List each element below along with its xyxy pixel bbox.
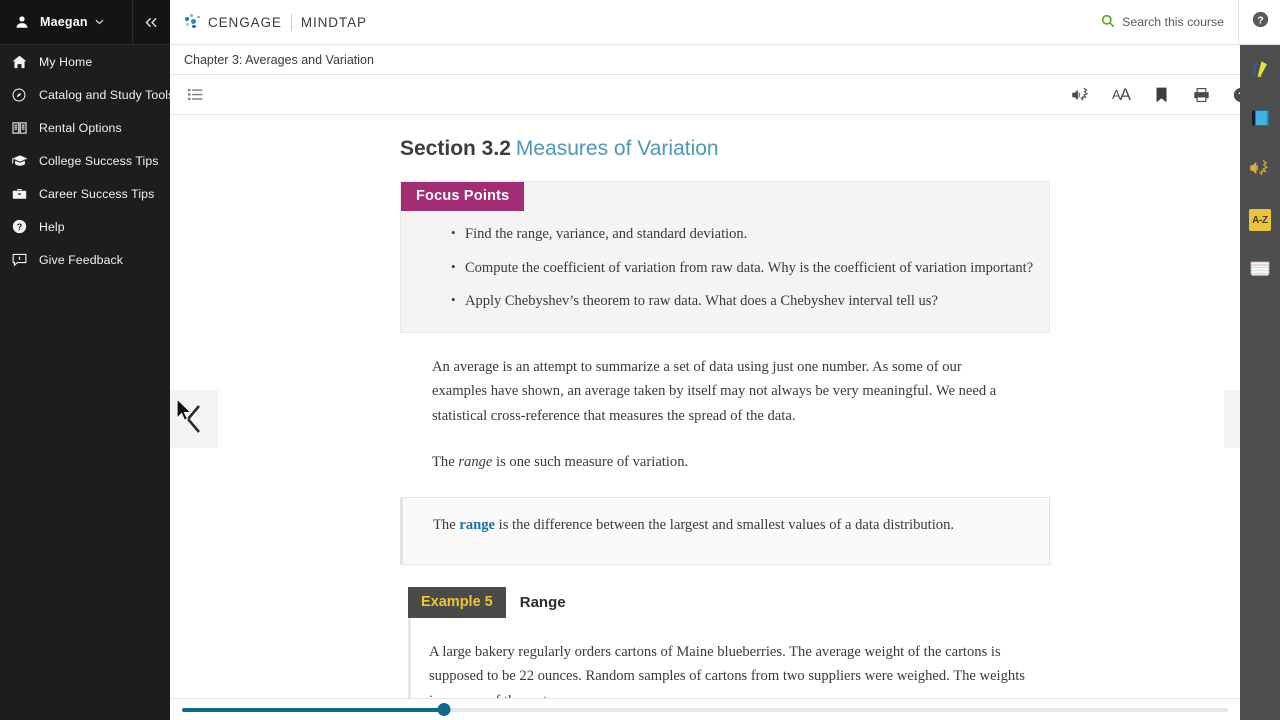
home-icon — [12, 54, 32, 70]
focus-points-card: Focus Points Find the range, variance, a… — [400, 181, 1050, 333]
paragraph-2-emphasis: range — [458, 454, 493, 471]
definition-box: The range is the difference between the … — [400, 496, 1050, 565]
toolbar-right: AA ? — [1068, 82, 1268, 108]
collapse-sidebar-button[interactable] — [132, 0, 170, 45]
sidebar-item-label: Give Feedback — [39, 252, 124, 267]
right-tool-rail: ? A-Z — [1240, 0, 1280, 720]
paragraph-2-pre: The — [432, 454, 459, 471]
sidebar-nav: My Home Catalog and Study Tools Rental O… — [0, 45, 174, 276]
sidebar-item-label: College Success Tips — [39, 153, 159, 168]
chapter-bar: Chapter 3: Averages and Variation — [170, 45, 1280, 75]
flashcard-tool-button[interactable] — [1240, 245, 1280, 295]
sidebar-item-label: Rental Options — [39, 120, 122, 135]
chapter-title: Chapter 3: Averages and Variation — [184, 52, 374, 67]
book-open-icon — [12, 120, 32, 136]
search-icon — [1101, 14, 1115, 31]
focus-points-badge: Focus Points — [401, 182, 525, 211]
question-circle-icon[interactable]: ? — [1252, 11, 1269, 33]
sidebar-item-catalog-and-study-tools[interactable]: Catalog and Study Tools — [0, 78, 174, 111]
section-number: Section 3.2 — [400, 137, 511, 160]
svg-text:?: ? — [1257, 15, 1263, 26]
page-title: Section 3.2 Measures of Variation — [400, 137, 1050, 161]
search-course-label: Search this course — [1122, 15, 1224, 29]
sidebar-item-college-success-tips[interactable]: College Success Tips — [0, 144, 170, 177]
read-aloud-icon — [1248, 156, 1272, 185]
progress-handle[interactable] — [437, 703, 450, 716]
example-badge: Example 5 — [408, 586, 506, 618]
briefcase-icon — [12, 186, 32, 202]
feedback-icon — [12, 252, 32, 268]
dictionary-tool-button[interactable]: A-Z — [1240, 195, 1280, 245]
brand-divider — [290, 13, 292, 31]
ebook-page: Section 3.2 Measures of Variation Focus P… — [170, 115, 1280, 720]
example-header: Example 5 Range — [408, 586, 1050, 618]
sidebar-item-label: Help — [39, 219, 65, 234]
sidebar-item-career-success-tips[interactable]: Career Success Tips — [0, 177, 170, 210]
sidebar-item-give-feedback[interactable]: Give Feedback — [0, 243, 170, 276]
example-title: Range — [519, 593, 566, 611]
bookmark-icon[interactable] — [1148, 82, 1174, 108]
list-item: Find the range, variance, and standard d… — [451, 224, 1049, 245]
list-icon[interactable] — [182, 82, 208, 108]
definition-text: The range is the difference between the … — [433, 517, 1025, 534]
dictionary-icon: A-Z — [1249, 209, 1271, 231]
definition-term: range — [459, 516, 496, 533]
compass-icon — [12, 87, 32, 103]
definition-pre: The — [433, 516, 460, 533]
body-paragraph-1: An average is an attempt to summarize a … — [432, 358, 997, 424]
reader-viewport: Section 3.2 Measures of Variation Focus P… — [170, 115, 1280, 720]
sidebar-item-label: Catalog and Study Tools — [39, 87, 175, 102]
brand-bar: CENGAGE MINDTAP Search this course — [170, 0, 1280, 45]
user-menu[interactable]: Maegan — [0, 0, 170, 45]
notebook-tool-button[interactable] — [1240, 95, 1280, 145]
cengage-dots-icon — [184, 13, 201, 31]
question-circle-icon: ? — [12, 219, 32, 235]
definition-post: is the difference between the largest an… — [495, 516, 955, 533]
sidebar-item-label: Career Success Tips — [39, 186, 155, 201]
user-icon — [12, 15, 32, 29]
sidebar-item-rental-options[interactable]: Rental Options — [0, 111, 170, 144]
search-course-button[interactable]: Search this course — [1087, 0, 1238, 45]
font-size-icon[interactable]: AA — [1108, 82, 1134, 108]
list-item: Apply Chebyshev’s theorem to raw data. W… — [451, 291, 1049, 312]
focus-points-list: Find the range, variance, and standard d… — [451, 224, 1049, 312]
list-item: Compute the coefficient of variation fro… — [451, 258, 1049, 279]
reader-toolbar: AA ? — [170, 75, 1280, 115]
body-paragraph-2: The range is one such measure of variati… — [432, 450, 1020, 475]
rail-top-spacer: ? — [1240, 0, 1280, 45]
highlighter-tool-button[interactable] — [1240, 45, 1280, 95]
mindtap-reader-app: Maegan My Home Catalog and Study Tools R… — [0, 0, 1280, 720]
sidebar-item-my-home[interactable]: My Home — [0, 45, 170, 78]
read-aloud-tool-button[interactable] — [1240, 145, 1280, 195]
highlighter-icon — [1248, 56, 1272, 85]
font-size-large: A — [1119, 84, 1131, 104]
flashcard-icon — [1248, 257, 1272, 284]
chevron-left-icon — [184, 403, 204, 435]
progress-fill — [182, 707, 444, 712]
sidebar-item-help[interactable]: ? Help — [0, 210, 170, 243]
font-size-small: A — [1111, 87, 1121, 102]
section-title: Measures of Variation — [515, 137, 719, 160]
chevron-down-icon — [95, 17, 104, 27]
brand-name: CENGAGE — [208, 14, 282, 30]
page-content: Section 3.2 Measures of Variation Focus P… — [400, 115, 1050, 720]
progress-track[interactable] — [182, 703, 1228, 716]
svg-text:?: ? — [17, 222, 23, 232]
toolbar-left — [182, 82, 208, 108]
reading-progress-bar — [170, 698, 1280, 720]
product-name: MINDTAP — [300, 14, 367, 30]
print-icon[interactable] — [1188, 82, 1214, 108]
user-name: Maegan — [40, 15, 88, 29]
main-panel: CENGAGE MINDTAP Search this course Chapt… — [170, 0, 1280, 720]
cengage-logo[interactable]: CENGAGE MINDTAP — [184, 13, 367, 31]
read-aloud-icon[interactable] — [1068, 82, 1094, 108]
sidebar-item-label: My Home — [39, 54, 93, 69]
notebook-icon — [1248, 106, 1272, 135]
previous-page-button[interactable] — [170, 390, 218, 448]
left-sidebar: Maegan My Home Catalog and Study Tools R… — [0, 0, 174, 720]
paragraph-2-post: is one such measure of variation. — [492, 454, 689, 471]
graduation-cap-icon — [12, 153, 32, 169]
